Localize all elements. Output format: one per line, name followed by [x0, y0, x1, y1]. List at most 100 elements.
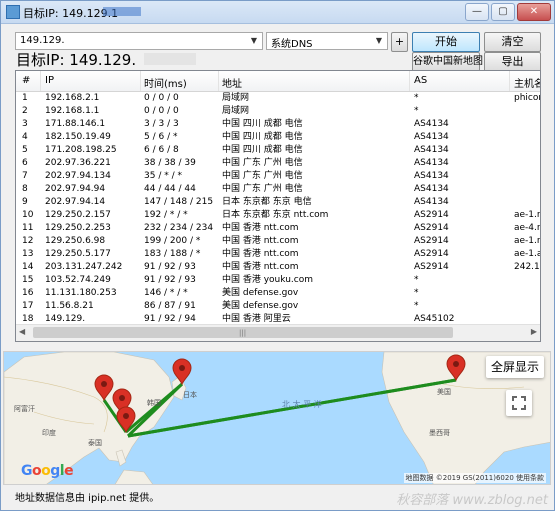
google-china-map-button[interactable]: 谷歌中国新地图: [412, 52, 483, 72]
app-icon: [6, 5, 20, 19]
cell-host: ae-4.r2: [514, 223, 541, 233]
map-label-pacific: 北 太 平 洋: [282, 400, 322, 409]
close-button[interactable]: ✕: [517, 3, 551, 21]
table-row[interactable]: 11 129.250.2.253 232 / 234 / 234 中国 香港 ntt.…: [16, 222, 541, 235]
google-logo-letter: g: [50, 463, 60, 479]
column-header-address[interactable]: 地址: [222, 75, 242, 90]
column-header-index[interactable]: #: [22, 75, 30, 86]
google-logo: Google: [21, 463, 74, 479]
cell-host: ae-1.r0: [514, 236, 541, 246]
cell-addr: 局域网: [222, 93, 250, 103]
cell-addr: 中国 香港 youku.com: [222, 275, 313, 285]
start-button[interactable]: 开始: [412, 32, 480, 52]
table-row[interactable]: 17 11.56.8.21 86 / 87 / 91 美国 defense.gov *: [16, 300, 540, 313]
google-logo-letter: G: [21, 463, 33, 479]
cell-as: *: [414, 288, 419, 298]
table-row[interactable]: 10 129.250.2.157 192 / * / * 日本 东京都 东京 ntt.…: [16, 209, 540, 222]
cell-host: phicomm: [514, 93, 540, 103]
cell-n: 9: [22, 197, 28, 207]
cell-addr: 中国 香港 ntt.com: [222, 249, 299, 259]
chevron-down-icon[interactable]: ▼: [373, 35, 385, 47]
route-map[interactable]: 北 太 平 洋 韩国 日本 泰国 阿富汗 印度 美国 墨西哥 全屏显示 Goog…: [3, 351, 551, 485]
grip-icon: |||: [239, 329, 247, 337]
table-row[interactable]: 6 202.97.36.221 38 / 38 / 39 中国 广东 广州 电信 AS4…: [16, 157, 540, 170]
map-attribution[interactable]: 地图数据 ©2019 GS(2011)6020 使用条款: [403, 473, 546, 483]
cell-addr: 中国 四川 成都 电信: [222, 145, 303, 155]
cell-n: 8: [22, 184, 28, 194]
cell-as: AS4134: [414, 158, 449, 168]
table-row[interactable]: 12 129.250.6.98 199 / 200 / * 中国 香港 ntt.com…: [16, 235, 541, 248]
google-logo-letter: e: [64, 463, 74, 479]
table-row[interactable]: 2 192.168.1.1 0 / 0 / 0 局域网 *: [16, 105, 540, 118]
cell-time: 0 / 0 / 0: [144, 106, 179, 116]
table-row[interactable]: 3 171.88.146.1 3 / 3 / 3 中国 四川 成都 电信 AS4134: [16, 118, 540, 131]
table-row[interactable]: 13 129.250.5.177 183 / 188 / * 中国 香港 ntt.co…: [16, 248, 540, 261]
cell-as: *: [414, 301, 419, 311]
main-window: 目标IP: 149.129.1 — ▢ ✕ 149.129. ▼ 系统DNS ▼…: [0, 0, 555, 511]
clear-button[interactable]: 清空: [484, 32, 541, 52]
table-row[interactable]: 5 171.208.198.25 6 / 6 / 8 中国 四川 成都 电信 AS413…: [16, 144, 540, 157]
column-header-ip[interactable]: IP: [45, 75, 54, 86]
cell-addr: 美国 defense.gov: [222, 301, 299, 311]
cell-addr: 中国 四川 成都 电信: [222, 132, 303, 142]
table-header: # IP 时间(ms) 地址 AS 主机名: [16, 71, 540, 92]
cell-as: AS4134: [414, 145, 449, 155]
expand-map-button[interactable]: [506, 390, 532, 416]
cell-n: 7: [22, 171, 28, 181]
table-row[interactable]: 1 192.168.2.1 0 / 0 / 0 局域网 * phicomm: [16, 92, 540, 105]
cell-addr: 中国 香港 ntt.com: [222, 262, 299, 272]
table-row[interactable]: 7 202.97.94.134 35 / * / * 中国 广东 广州 电信 AS413…: [16, 170, 540, 183]
cell-time: 91 / 92 / 93: [144, 262, 196, 272]
cell-addr: 日本 东京都 东京 ntt.com: [222, 210, 329, 220]
cell-n: 2: [22, 106, 28, 116]
cell-time: 199 / 200 / *: [144, 236, 201, 246]
cell-as: AS2914: [414, 223, 449, 233]
cell-as: AS2914: [414, 236, 449, 246]
export-button[interactable]: 导出: [484, 52, 541, 72]
ip-input-value: 149.129.: [20, 35, 65, 46]
dns-select[interactable]: 系统DNS ▼: [266, 32, 388, 50]
horizontal-scrollbar[interactable]: ◀ ||| ▶: [16, 324, 540, 341]
ip-input-combo[interactable]: 149.129. ▼: [15, 32, 263, 50]
table-row[interactable]: 15 103.52.74.249 91 / 92 / 93 中国 香港 youku.c…: [16, 274, 540, 287]
table-row[interactable]: 4 182.150.19.49 5 / 6 / * 中国 四川 成都 电信 AS4134: [16, 131, 540, 144]
title-bar[interactable]: 目标IP: 149.129.1 — ▢ ✕: [1, 1, 554, 24]
redacted-ip-mask: [103, 7, 141, 16]
cell-n: 12: [22, 236, 34, 246]
cell-addr: 美国 defense.gov: [222, 288, 299, 298]
cell-ip: 202.97.94.134: [45, 171, 111, 181]
maximize-button[interactable]: ▢: [491, 3, 515, 21]
cell-n: 6: [22, 158, 28, 168]
fullscreen-button[interactable]: 全屏显示: [486, 356, 544, 378]
cell-time: 3 / 3 / 3: [144, 119, 179, 129]
cell-ip: 202.97.94.14: [45, 197, 106, 207]
cell-ip: 129.250.2.253: [45, 223, 111, 233]
column-header-hostname[interactable]: 主机名: [514, 75, 540, 90]
cell-ip: 192.168.1.1: [45, 106, 100, 116]
cell-time: 6 / 6 / 8: [144, 145, 179, 155]
scroll-right-icon[interactable]: ▶: [531, 327, 537, 336]
scroll-left-icon[interactable]: ◀: [19, 327, 25, 336]
cell-ip: 192.168.2.1: [45, 93, 100, 103]
add-button[interactable]: +: [391, 32, 408, 52]
cell-time: 232 / 234 / 234: [144, 223, 214, 233]
column-header-as[interactable]: AS: [414, 75, 427, 86]
table-row[interactable]: 14 203.131.247.242 91 / 92 / 93 中国 香港 ntt.c…: [16, 261, 540, 274]
table-row[interactable]: 8 202.97.94.94 44 / 44 / 44 中国 广东 广州 电信 AS41…: [16, 183, 540, 196]
minimize-button[interactable]: —: [465, 3, 489, 21]
chevron-down-icon[interactable]: ▼: [248, 35, 260, 47]
table-row[interactable]: 16 11.131.180.253 146 / * / * 美国 defense.go…: [16, 287, 540, 300]
cell-host: 242.19: [514, 262, 540, 272]
column-header-time[interactable]: 时间(ms): [144, 75, 187, 90]
map-label-india: 印度: [42, 429, 56, 437]
cell-ip: 202.97.94.94: [45, 184, 106, 194]
map-label-afghanistan: 阿富汗: [14, 405, 35, 413]
cell-addr: 局域网: [222, 106, 250, 116]
cell-as: AS4134: [414, 171, 449, 181]
cell-ip: 202.97.36.221: [45, 158, 111, 168]
table-row[interactable]: 9 202.97.94.14 147 / 148 / 215 日本 东京都 东京 电信…: [16, 196, 540, 209]
watermark: 秋容部落 www.zblog.net: [396, 493, 548, 508]
map-label-japan: 日本: [183, 391, 197, 399]
cell-time: 35 / * / *: [144, 171, 182, 181]
cell-addr: 日本 东京都 东京 电信: [222, 197, 312, 207]
